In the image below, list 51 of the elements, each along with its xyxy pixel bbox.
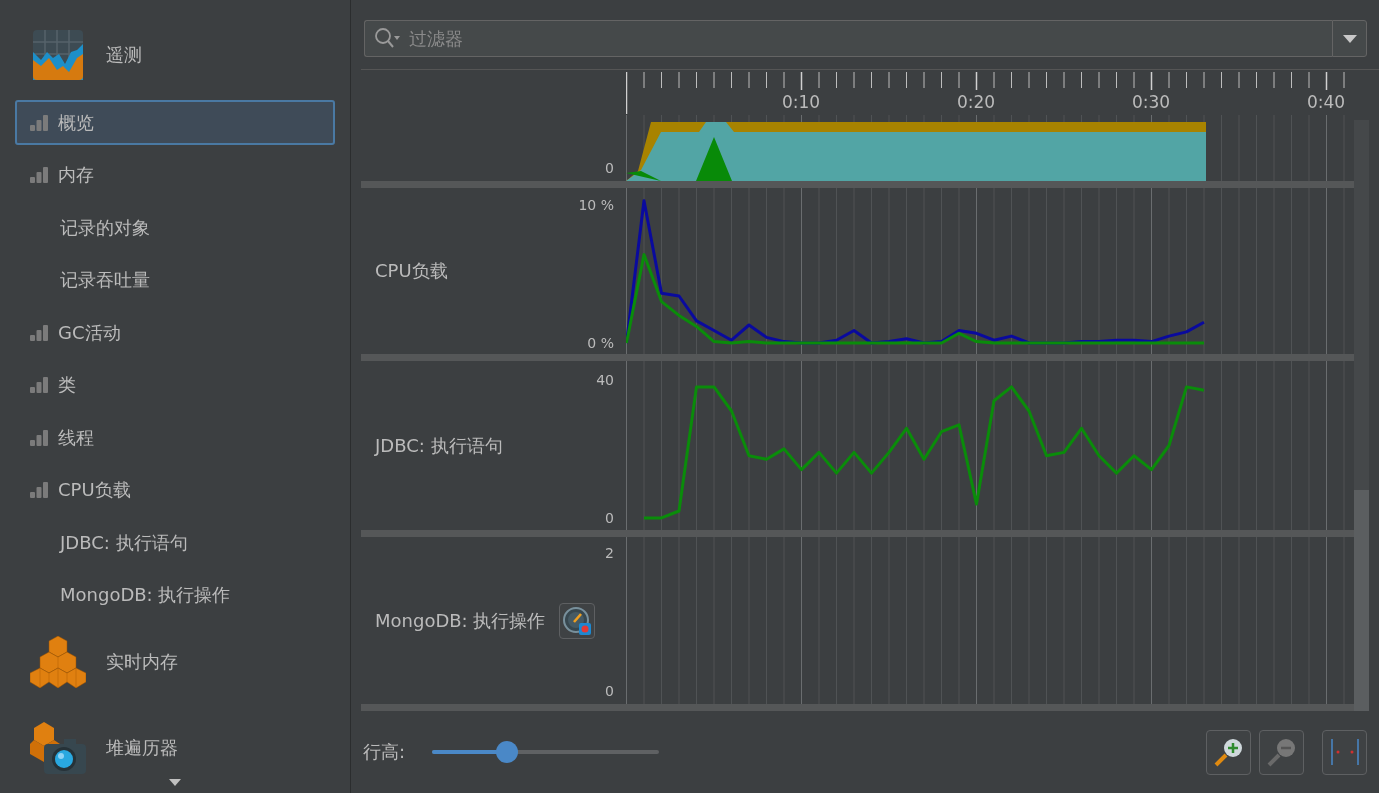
record-gauge-button[interactable] — [559, 602, 596, 639]
search-icon[interactable] — [374, 27, 400, 49]
bar-chart-icon — [30, 324, 48, 341]
zoom-out-icon — [1265, 736, 1298, 768]
telemetry-chart-icon — [33, 30, 83, 80]
zoom-in-button[interactable] — [1206, 729, 1251, 775]
blocks-camera-icon — [30, 722, 86, 774]
cube-stack-icon — [30, 636, 86, 688]
section-title[interactable]: 堆遍历器 — [106, 736, 178, 760]
sidebar-item[interactable]: 记录吞吐量 — [15, 257, 335, 303]
fit-width-icon — [1329, 737, 1360, 767]
sidebar-item[interactable]: 概览 — [15, 100, 335, 145]
sidebar-item[interactable]: 类 — [15, 362, 335, 408]
sidebar-item[interactable]: CPU负载 — [15, 467, 335, 513]
bar-chart-icon — [30, 482, 48, 498]
axis-tick-label: 40 — [596, 370, 614, 389]
time-axis-label: 0:10 — [781, 92, 821, 112]
axis-tick-label: 0 — [605, 159, 614, 177]
row-height-label: 行高: — [363, 740, 406, 764]
slider-thumb[interactable] — [496, 741, 518, 763]
axis-tick-label: 10 % — [578, 195, 614, 214]
row-label: JDBC: 执行语句 — [375, 433, 503, 458]
time-axis-label: 0:20 — [956, 92, 996, 112]
time-axis-label: 0:30 — [1131, 92, 1171, 112]
scrollbar[interactable] — [1354, 120, 1369, 711]
sidebar-item[interactable]: GC活动 — [15, 310, 335, 355]
bar-chart-icon — [30, 429, 48, 446]
axis-tick-label: 0 % — [587, 333, 614, 352]
row-label: MongoDB: 执行操作 — [375, 608, 546, 633]
bar-chart-icon — [30, 377, 48, 393]
scroll-down-caret-icon[interactable] — [169, 779, 181, 786]
dropdown-button[interactable] — [1332, 20, 1367, 57]
axis-tick-label: 0 — [605, 508, 614, 527]
sidebar-item[interactable]: 内存 — [15, 152, 335, 198]
section-title[interactable]: 遥测 — [106, 43, 142, 67]
axis-tick-label: 0 — [605, 682, 614, 700]
sidebar-item[interactable]: JDBC: 执行语句 — [15, 520, 335, 565]
zoom-in-icon — [1212, 736, 1245, 768]
fit-button[interactable] — [1322, 729, 1367, 775]
bar-chart-icon — [30, 114, 48, 131]
section-title[interactable]: 实时内存 — [106, 650, 178, 674]
filter-field[interactable]: 过滤器 — [364, 20, 1332, 57]
sidebar-item[interactable]: 记录的对象 — [15, 205, 335, 250]
row-height-slider[interactable] — [432, 741, 660, 763]
sidebar-item[interactable]: 线程 — [15, 415, 335, 460]
axis-tick-label: 2 — [605, 544, 614, 562]
time-axis-label: 0:40 — [1306, 92, 1346, 112]
bar-chart-icon — [30, 167, 48, 183]
sidebar-item[interactable]: MongoDB: 执行操作 — [15, 572, 335, 618]
dropdown-caret-icon — [1342, 34, 1357, 43]
row-label: CPU负载 — [375, 259, 448, 283]
